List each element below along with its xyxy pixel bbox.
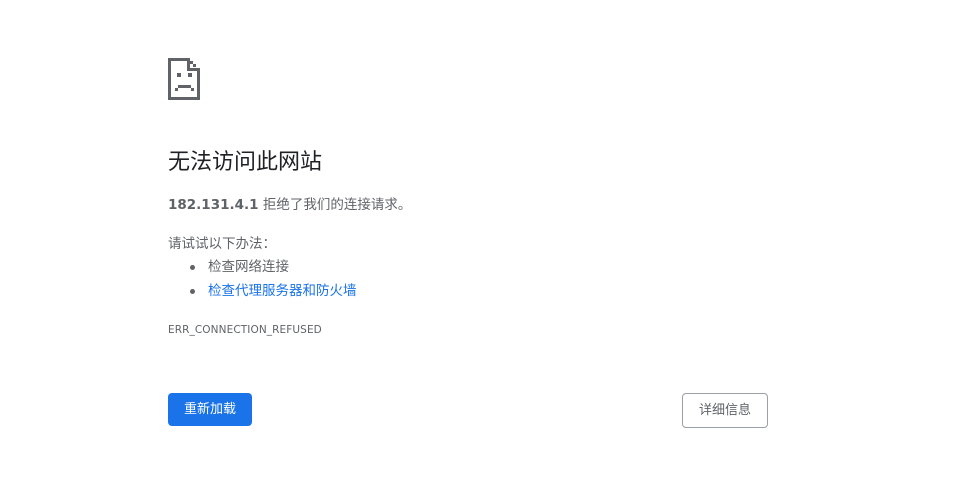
suggestion-check-network: 检查网络连接: [208, 259, 289, 275]
error-message: 182.131.4.1 拒绝了我们的连接请求。: [168, 195, 411, 215]
list-item: 检查代理服务器和防火墙: [168, 281, 357, 305]
details-button[interactable]: 详细信息: [682, 393, 768, 428]
suggestions-title: 请试试以下办法：: [168, 236, 276, 252]
reload-button[interactable]: 重新加载: [168, 393, 252, 426]
bullet-icon: [190, 265, 195, 270]
suggestions-list: 检查网络连接 检查代理服务器和防火墙: [168, 257, 357, 305]
list-item: 检查网络连接: [168, 257, 357, 281]
check-proxy-firewall-link[interactable]: 检查代理服务器和防火墙: [208, 283, 357, 299]
sad-page-icon: [168, 58, 202, 102]
page-title: 无法访问此网站: [168, 150, 323, 175]
error-page: 无法访问此网站 182.131.4.1 拒绝了我们的连接请求。 请试试以下办法：…: [0, 0, 959, 494]
host-address: 182.131.4.1: [168, 197, 259, 213]
bullet-icon: [190, 289, 195, 294]
error-message-text: 拒绝了我们的连接请求。: [258, 197, 412, 213]
error-code: ERR_CONNECTION_REFUSED: [168, 324, 322, 336]
